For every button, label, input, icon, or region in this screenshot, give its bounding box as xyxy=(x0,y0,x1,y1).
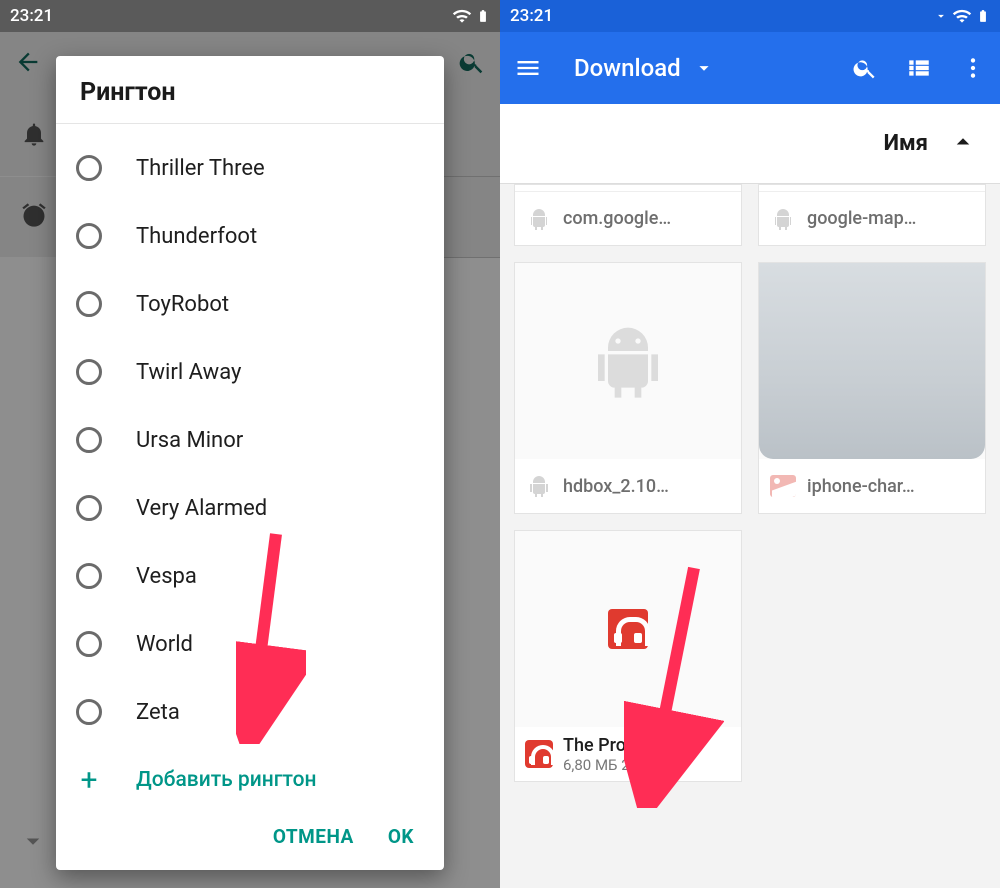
dropdown-icon xyxy=(934,9,948,23)
radio-icon[interactable] xyxy=(76,699,102,725)
radio-icon[interactable] xyxy=(76,427,102,453)
appbar-title[interactable]: Download xyxy=(574,54,681,82)
ringtone-label: Zeta xyxy=(136,700,180,725)
file-name: The Prodigy… xyxy=(563,735,731,756)
ringtone-label: Thriller Three xyxy=(136,156,265,181)
file-card[interactable]: iphone-char… xyxy=(758,262,986,514)
ringtone-label: Twirl Away xyxy=(136,360,241,385)
screen-file-picker: 23:21 Download Имя xyxy=(500,0,1000,888)
audio-icon xyxy=(608,609,648,649)
ringtone-label: World xyxy=(136,632,193,657)
ringtone-label: Ursa Minor xyxy=(136,428,243,453)
plus-icon: + xyxy=(76,763,102,798)
android-icon xyxy=(525,205,553,233)
screen-ringtone-picker: 23:21 Рингтон Thriller Three Thunderfoot… xyxy=(0,0,500,888)
file-meta: 6,80 МБ 23:02 xyxy=(563,756,731,774)
radio-icon[interactable] xyxy=(76,631,102,657)
sort-bar[interactable]: Имя xyxy=(500,104,1000,184)
ringtone-item[interactable]: Vespa xyxy=(56,542,444,610)
add-ringtone-button[interactable]: + Добавить рингтон xyxy=(56,746,444,811)
radio-icon[interactable] xyxy=(76,155,102,181)
ringtone-item[interactable]: Zeta xyxy=(56,678,444,746)
battery-icon xyxy=(976,6,990,26)
chevron-up-icon xyxy=(948,127,978,161)
file-name: com.google… xyxy=(563,208,731,229)
image-icon xyxy=(769,472,797,500)
radio-icon[interactable] xyxy=(76,563,102,589)
ringtone-label: Thunderfoot xyxy=(136,224,257,249)
ringtone-item[interactable]: World xyxy=(56,610,444,678)
ringtone-item[interactable]: Ursa Minor xyxy=(56,406,444,474)
radio-icon[interactable] xyxy=(76,291,102,317)
file-name: google-map… xyxy=(807,208,975,229)
file-thumbnail xyxy=(759,263,985,459)
file-thumbnail xyxy=(515,531,741,727)
status-time: 23:21 xyxy=(510,6,553,26)
file-card[interactable]: google-map… xyxy=(758,184,986,246)
wifi-icon xyxy=(952,6,972,26)
android-icon xyxy=(525,472,553,500)
dialog-title: Рингтон xyxy=(56,56,444,124)
file-thumbnail xyxy=(515,263,741,459)
ringtone-label: Very Alarmed xyxy=(136,496,267,521)
file-card[interactable]: com.google… xyxy=(514,184,742,246)
app-bar: Download xyxy=(500,32,1000,104)
file-name: iphone-char… xyxy=(807,476,975,497)
wifi-icon xyxy=(452,6,472,26)
radio-icon[interactable] xyxy=(76,359,102,385)
ok-button[interactable]: OK xyxy=(388,825,414,848)
sort-label: Имя xyxy=(884,131,928,156)
battery-icon xyxy=(476,6,490,26)
cancel-button[interactable]: ОТМЕНА xyxy=(273,825,354,848)
ringtone-label: Vespa xyxy=(136,564,197,589)
ringtone-label: ToyRobot xyxy=(136,292,229,317)
add-ringtone-label: Добавить рингтон xyxy=(136,768,316,792)
status-bar: 23:21 xyxy=(0,0,500,32)
status-time: 23:21 xyxy=(10,6,53,26)
menu-icon[interactable] xyxy=(514,54,542,82)
file-card[interactable]: The Prodigy… 6,80 МБ 23:02 xyxy=(514,530,742,782)
status-bar: 23:21 xyxy=(500,0,1000,32)
search-icon[interactable] xyxy=(852,55,878,81)
audio-icon xyxy=(525,740,553,768)
radio-icon[interactable] xyxy=(76,495,102,521)
view-list-icon[interactable] xyxy=(906,55,932,81)
ringtone-item[interactable]: Thunderfoot xyxy=(56,202,444,270)
more-icon[interactable] xyxy=(960,55,986,81)
ringtone-item[interactable]: Thriller Three xyxy=(56,134,444,202)
chevron-down-icon[interactable] xyxy=(693,57,715,79)
file-name: hdbox_2.10… xyxy=(563,476,731,497)
radio-icon[interactable] xyxy=(76,223,102,249)
android-icon xyxy=(769,205,797,233)
file-card[interactable]: hdbox_2.10… xyxy=(514,262,742,514)
ringtone-item[interactable]: ToyRobot xyxy=(56,270,444,338)
dialog-actions: ОТМЕНА OK xyxy=(56,811,444,870)
ringtone-list[interactable]: Thriller Three Thunderfoot ToyRobot Twir… xyxy=(56,124,444,811)
ringtone-item[interactable]: Very Alarmed xyxy=(56,474,444,542)
file-grid[interactable]: com.google… google-map… xyxy=(500,184,1000,796)
ringtone-dialog: Рингтон Thriller Three Thunderfoot ToyRo… xyxy=(56,56,444,870)
ringtone-item[interactable]: Twirl Away xyxy=(56,338,444,406)
